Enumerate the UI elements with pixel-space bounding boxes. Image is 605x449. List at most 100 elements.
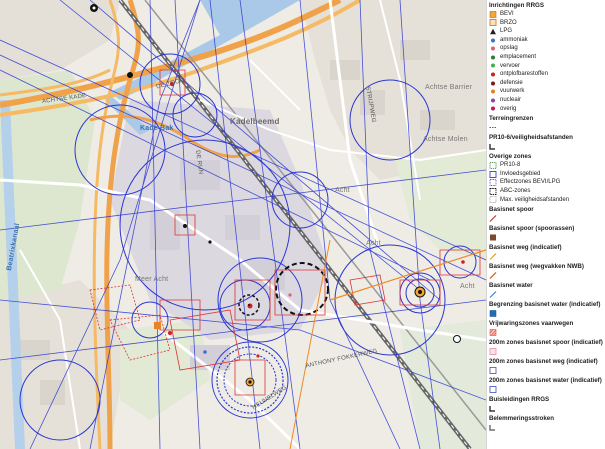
legend-item-label: Max. veiligheidsafstanden <box>500 196 570 203</box>
outline-square-blue-icon <box>489 386 497 393</box>
legend-item-label: PR10-8 <box>500 162 521 169</box>
brown-square-icon <box>489 234 497 241</box>
dot-orange-icon <box>489 88 497 95</box>
legend-section-title: 200m zones basisnet weg (indicatief) <box>489 358 598 366</box>
legend-section-title: Begrenzing basisnet water (indicatief) <box>489 301 601 309</box>
legend-section-title: Basisnet spoor (spoorassen) <box>489 225 575 233</box>
legend-item-label: Effectzones BEVI/LPG <box>500 179 561 186</box>
diagonal-darkorange-line-icon <box>489 272 497 280</box>
legend-item[interactable]: nucleair <box>489 96 605 105</box>
dashed-red-line-icon <box>489 124 497 131</box>
legend-item[interactable]: BEVI <box>489 10 605 19</box>
legend-item[interactable] <box>489 385 605 394</box>
legend-item[interactable] <box>489 347 605 356</box>
map-canvas[interactable]: Kadelbeemd Achtse Barrier Acht Acht Acht… <box>0 0 486 449</box>
solid-blue-box-icon <box>489 170 497 178</box>
legend-item[interactable] <box>489 214 605 223</box>
legend-section-title: 200m zones basisnet spoor (indicatief) <box>489 339 603 347</box>
legend-item-label: overig <box>500 105 517 112</box>
legend-item[interactable]: LPG <box>489 27 605 36</box>
corner-black-icon <box>489 143 497 150</box>
triangle-black-icon <box>489 28 497 35</box>
legend-item[interactable] <box>489 423 605 432</box>
map-label-kade-bak: Kade Bak <box>140 125 174 132</box>
legend-item-label: BRZO <box>500 19 517 26</box>
square-orange-icon <box>489 10 497 18</box>
map-label-acht-3: Acht <box>460 283 475 290</box>
legend-item[interactable] <box>489 233 605 242</box>
legend-item-label: opslag <box>500 45 518 52</box>
legend-item[interactable]: defensie <box>489 79 605 88</box>
diagonal-orange-line-icon <box>489 253 497 261</box>
legend-section-title: Buisleidingen RRGS <box>489 396 550 404</box>
legend-item[interactable] <box>489 271 605 280</box>
legend-item[interactable] <box>489 142 605 151</box>
legend-item[interactable]: overig <box>489 105 605 114</box>
legend-panel: Inrichtingen RRGS BEVI BRZO LPG ammoniak opsl… <box>486 0 605 449</box>
outline-square-blue-icon <box>489 367 497 374</box>
legend-item[interactable] <box>489 309 605 318</box>
legend-item[interactable]: vervoer <box>489 62 605 71</box>
legend-item[interactable]: opslag <box>489 44 605 53</box>
legend-section-title: Basisnet spoor <box>489 206 534 214</box>
dot-magenta-icon <box>489 105 497 112</box>
map-label-achtse-barrier: Achtse Barrier <box>425 84 473 91</box>
dashed-green-box-icon <box>489 162 497 169</box>
legend-item-label: vervoer <box>500 62 521 69</box>
legend-item[interactable] <box>489 328 605 337</box>
dotted-gray-box-icon <box>489 196 497 204</box>
legend-item-label: Invloedsgebied <box>500 170 541 177</box>
legend-item[interactable]: Effectzones BEVI/LPG <box>489 178 605 187</box>
dot-darkgreen-icon <box>489 54 497 61</box>
legend-item-label: emplacement <box>500 53 537 60</box>
legend-item[interactable] <box>489 252 605 261</box>
legend-section-title: Belemmeringsstroken <box>489 415 554 423</box>
legend-section-title: Basisnet water <box>489 282 533 290</box>
square-outline-orange-icon <box>489 19 497 27</box>
dot-red-icon <box>489 71 497 78</box>
legend-item-label: BEVI <box>500 11 514 17</box>
legend-section-title: Basisnet weg (wegvakken NWB) <box>489 263 584 271</box>
legend-item-label: nucleair <box>500 96 522 103</box>
legend-item-label: ABC-zones <box>500 187 531 194</box>
legend-item[interactable]: BRZO <box>489 19 605 28</box>
legend-item[interactable]: vuurwerk <box>489 87 605 96</box>
legend-section-title: Overige zones <box>489 153 532 161</box>
legend-item[interactable]: emplacement <box>489 53 605 62</box>
dot-green-icon <box>489 62 497 69</box>
legend-item[interactable] <box>489 366 605 375</box>
legend-section-title: Terreingrenzen <box>489 115 534 123</box>
legend-item[interactable]: PR10-8 <box>489 161 605 170</box>
blue-square-filled-icon <box>489 310 497 317</box>
legend-section-title: Basisnet weg (indicatief) <box>489 244 562 252</box>
dot-pink-icon <box>489 45 497 52</box>
map-label-kadelbeemd: Kadelbeemd <box>230 117 280 126</box>
dot-blue-icon <box>489 37 497 44</box>
dashed-black-box-icon <box>489 187 497 195</box>
legend-item[interactable] <box>489 290 605 299</box>
diagonal-red-line-icon <box>489 215 497 223</box>
legend-item[interactable]: ontplofbarestoffen <box>489 70 605 79</box>
map-label-acht-2: Acht <box>366 240 381 247</box>
legend-item-label: ammoniak <box>500 36 528 43</box>
legend-item[interactable] <box>489 123 605 132</box>
legend-item-label: vuurwerk <box>500 88 525 95</box>
dot-darkred-icon <box>489 80 497 87</box>
legend-item[interactable]: Invloedsgebied <box>489 170 605 179</box>
pink-outline-square-icon <box>489 348 497 355</box>
dotted-blue-box-icon <box>489 179 497 187</box>
legend-item-label: LPG <box>500 28 513 35</box>
legend-item[interactable]: ammoniak <box>489 36 605 45</box>
diagonal-blue-line-icon <box>489 291 497 299</box>
legend-item[interactable]: Max. veiligheidsafstanden <box>489 196 605 205</box>
corner-gray-icon <box>489 424 497 431</box>
hatched-red-square-icon <box>489 329 497 336</box>
legend-item[interactable]: ABC-zones <box>489 187 605 196</box>
map-label-acht: Acht <box>335 187 350 194</box>
legend-item[interactable] <box>489 404 605 413</box>
legend-section-title: Inrichtingen RRGS <box>489 2 545 9</box>
map-label-meer-acht: Meer Acht <box>135 276 169 283</box>
corner-black-icon <box>489 405 497 412</box>
legend-item-label: ontplofbarestoffen <box>500 71 548 78</box>
legend-item-label: defensie <box>500 79 523 86</box>
